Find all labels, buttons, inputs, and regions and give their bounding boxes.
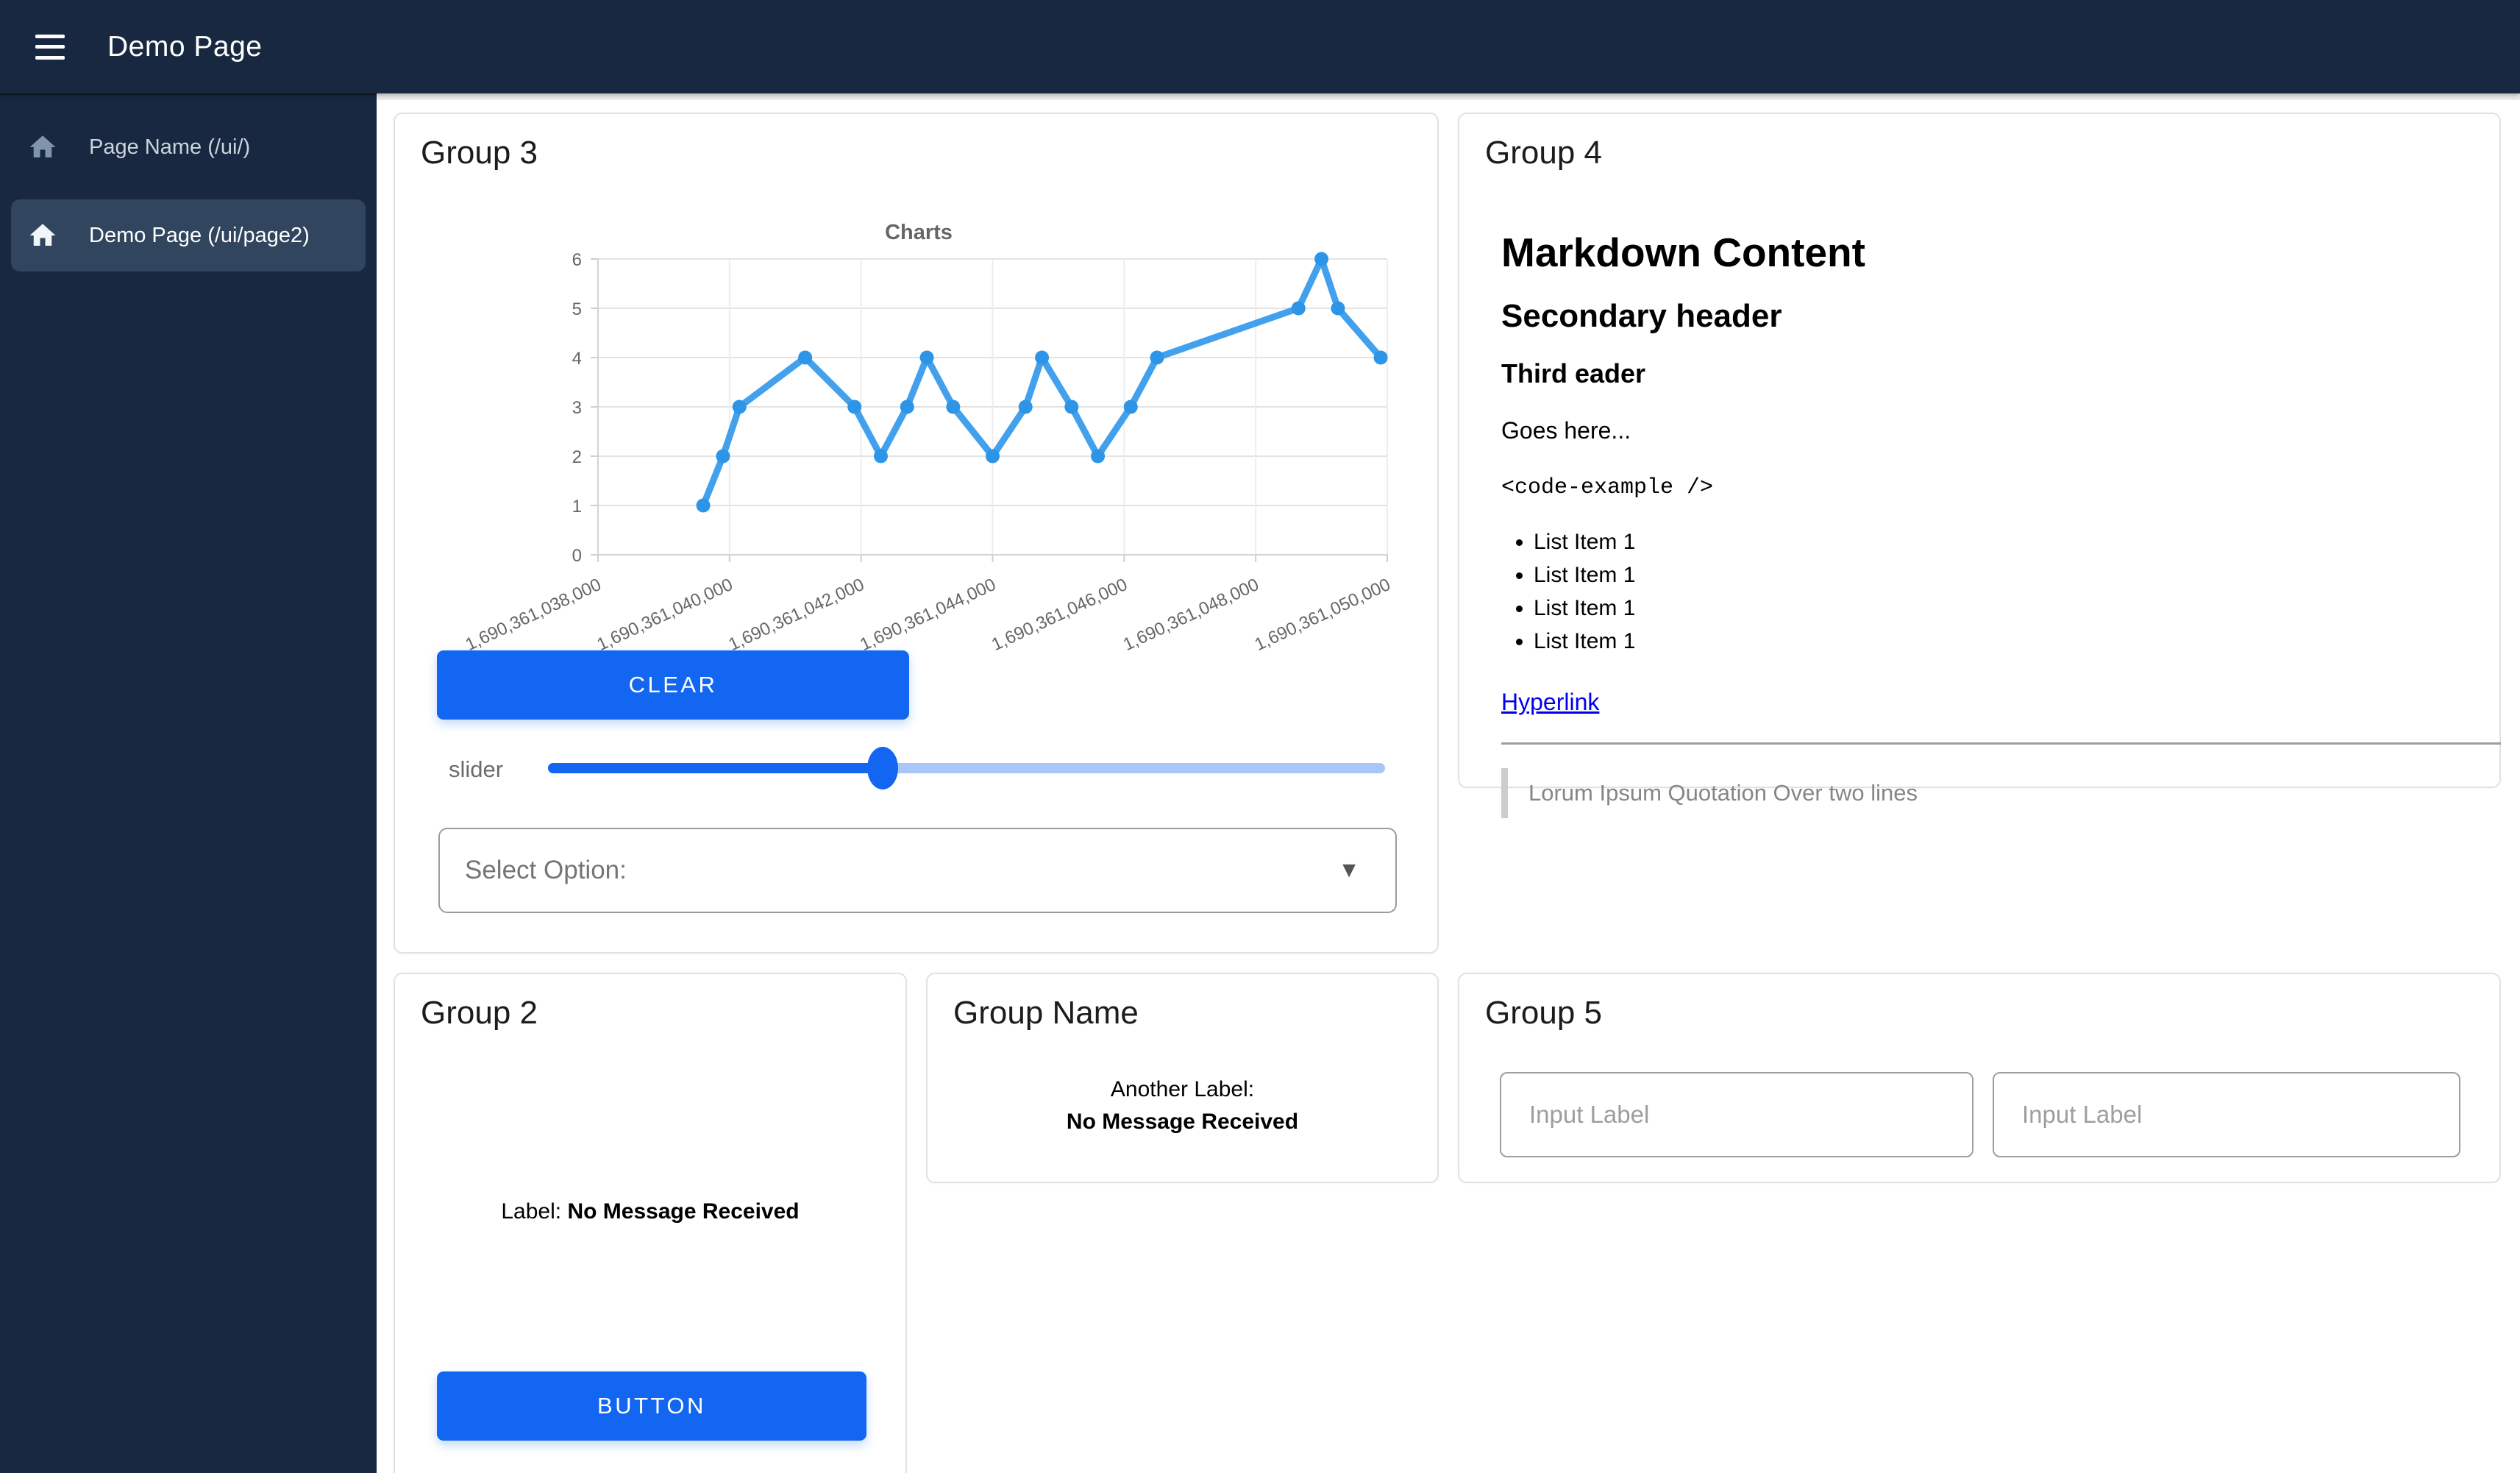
markdown-h3: Third eader	[1501, 358, 2459, 389]
input-field-2[interactable]	[1993, 1072, 2460, 1157]
list-item: List Item 1	[1534, 629, 2459, 654]
list-item: List Item 1	[1534, 596, 2459, 621]
select-label: Select Option:	[465, 856, 627, 885]
svg-text:3: 3	[572, 398, 582, 418]
group4-title: Group 4	[1485, 135, 1602, 171]
svg-text:Charts: Charts	[885, 221, 953, 244]
group3-card: Group 3 Charts01234561,690,361,038,0001,…	[394, 113, 1439, 954]
hyperlink[interactable]: Hyperlink	[1501, 689, 1599, 716]
demo-page: Demo Page Page Name (/ui/) Demo Page (/u…	[0, 0, 2520, 1473]
message-label: Label:	[501, 1199, 561, 1224]
group4-card: Group 4 Markdown Content Secondary heade…	[1458, 113, 2501, 788]
svg-text:1,690,361,048,000: 1,690,361,048,000	[1120, 575, 1262, 655]
list-item: List Item 1	[1534, 530, 2459, 555]
sidebar-item-label: Page Name (/ui/)	[89, 135, 250, 160]
markdown-code: <code-example />	[1501, 475, 2459, 500]
select-option-dropdown[interactable]: Select Option: ▼	[438, 828, 1397, 913]
message-value: No Message Received	[567, 1199, 799, 1224]
group2-card: Group 2 Label: No Message Received BUTTO…	[394, 973, 907, 1473]
svg-text:1,690,361,046,000: 1,690,361,046,000	[989, 575, 1131, 655]
group5-title: Group 5	[1485, 995, 1602, 1032]
home-icon	[27, 132, 58, 163]
divider	[1501, 742, 2501, 745]
svg-text:1,690,361,038,000: 1,690,361,038,000	[463, 575, 605, 655]
blockquote: Lorum Ipsum Quotation Over two lines	[1501, 768, 2459, 818]
top-navbar: Demo Page	[0, 0, 2520, 93]
svg-text:1,690,361,044,000: 1,690,361,044,000	[857, 575, 999, 655]
main-content: Group 3 Charts01234561,690,361,038,0001,…	[377, 93, 2520, 1473]
markdown-h2: Secondary header	[1501, 298, 2459, 335]
group5-card: Group 5	[1458, 973, 2501, 1183]
group-name-card: Group Name Another Label: No Message Rec…	[926, 973, 1439, 1183]
clear-button[interactable]: CLEAR	[437, 650, 909, 720]
svg-text:1,690,361,050,000: 1,690,361,050,000	[1252, 575, 1394, 655]
group-name-title: Group Name	[953, 995, 1139, 1032]
svg-text:5: 5	[572, 299, 582, 319]
caret-down-icon: ▼	[1338, 858, 1360, 883]
svg-text:0: 0	[572, 546, 582, 566]
content-scrollbar[interactable]	[377, 93, 2520, 100]
list-item: List Item 1	[1534, 563, 2459, 588]
another-label-value: No Message Received	[928, 1110, 1437, 1135]
hamburger-menu-icon[interactable]	[35, 35, 65, 60]
svg-text:2: 2	[572, 447, 582, 467]
group2-title: Group 2	[421, 995, 538, 1032]
markdown-content: Markdown Content Secondary header Third …	[1501, 210, 2459, 818]
slider-track[interactable]	[548, 763, 1385, 773]
svg-text:1,690,361,040,000: 1,690,361,040,000	[594, 575, 736, 655]
input-field-1[interactable]	[1500, 1072, 1973, 1157]
markdown-h1: Markdown Content	[1501, 229, 2459, 276]
sidebar-item-page-name[interactable]: Page Name (/ui/)	[11, 111, 366, 183]
sidebar-item-label: Demo Page (/ui/page2)	[89, 224, 310, 248]
slider-fill	[548, 763, 883, 773]
slider-label: slider	[449, 756, 503, 783]
svg-text:1,690,361,042,000: 1,690,361,042,000	[725, 575, 867, 655]
svg-text:1: 1	[572, 497, 582, 517]
slider-row: slider	[395, 736, 1440, 803]
home-icon	[27, 220, 58, 251]
markdown-list: List Item 1 List Item 1 List Item 1 List…	[1501, 530, 2459, 654]
app-title: Demo Page	[107, 31, 262, 63]
another-label: Another Label:	[928, 1077, 1437, 1102]
group3-title: Group 3	[421, 135, 538, 171]
svg-text:4: 4	[572, 349, 582, 369]
sidebar: Page Name (/ui/) Demo Page (/ui/page2)	[0, 93, 377, 1473]
sidebar-item-demo-page[interactable]: Demo Page (/ui/page2)	[11, 199, 366, 271]
markdown-paragraph: Goes here...	[1501, 417, 2459, 444]
svg-text:6: 6	[572, 250, 582, 270]
group2-message: Label: No Message Received	[395, 1199, 905, 1224]
slider-thumb[interactable]	[867, 747, 898, 789]
group2-button[interactable]: BUTTON	[437, 1371, 866, 1441]
line-chart: Charts01234561,690,361,038,0001,690,361,…	[395, 202, 1440, 644]
